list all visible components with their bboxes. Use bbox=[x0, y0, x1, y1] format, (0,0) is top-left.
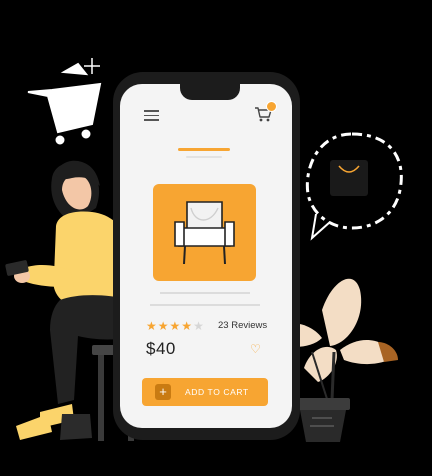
reviews-count[interactable]: 23 Reviews bbox=[218, 320, 267, 331]
product-image-card[interactable] bbox=[153, 184, 256, 281]
divider bbox=[160, 292, 250, 294]
product-price: $40 bbox=[146, 339, 176, 358]
add-to-cart-button[interactable]: + ADD TO CART bbox=[142, 378, 268, 406]
phone-notch bbox=[180, 78, 240, 100]
star-filled-icon: ★ bbox=[157, 319, 169, 333]
speech-bubble-bag-icon bbox=[305, 132, 403, 241]
divider bbox=[150, 304, 260, 306]
product-subtitle-placeholder bbox=[186, 156, 222, 158]
hamburger-menu-icon[interactable] bbox=[144, 110, 159, 121]
plus-icon: + bbox=[155, 384, 171, 400]
star-filled-icon: ★ bbox=[169, 319, 181, 333]
star-empty-icon: ★ bbox=[193, 319, 204, 333]
sparkle-icon bbox=[84, 58, 100, 74]
star-filled-icon: ★ bbox=[181, 319, 193, 333]
ecommerce-illustration: ★ ★ ★ ★ ★ 23 Reviews $40 ♡ + ADD TO CART bbox=[0, 0, 432, 476]
armchair-icon bbox=[174, 201, 235, 265]
star-rating: ★ ★ ★ ★ ★ bbox=[146, 319, 204, 333]
star-filled-icon: ★ bbox=[146, 319, 157, 333]
product-title-placeholder bbox=[178, 148, 230, 151]
heart-icon[interactable]: ♡ bbox=[250, 342, 261, 356]
add-to-cart-label: ADD TO CART bbox=[185, 387, 249, 397]
cart-count-badge bbox=[266, 101, 277, 112]
floating-cart-icon bbox=[27, 62, 102, 145]
